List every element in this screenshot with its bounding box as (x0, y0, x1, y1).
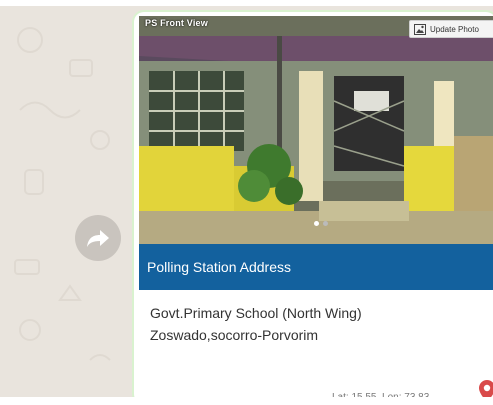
bottom-edge (0, 397, 493, 405)
carousel-dot[interactable] (323, 221, 328, 226)
address-line-2: Zoswado,socorro-Porvorim (150, 327, 319, 343)
image-icon (414, 23, 426, 35)
polling-station-photo[interactable]: PS Front View Update Photo (139, 16, 493, 244)
forward-arrow-icon (87, 230, 109, 247)
message-card: PS Front View Update Photo Polling Stati… (134, 12, 493, 404)
address-line-1: Govt.Primary School (North Wing) (150, 305, 362, 321)
building-photo (139, 16, 493, 244)
forward-button[interactable] (75, 215, 121, 261)
carousel-indicator (314, 221, 328, 226)
address-header: Polling Station Address (139, 244, 493, 290)
top-edge (0, 0, 493, 6)
address-header-label: Polling Station Address (147, 259, 291, 275)
carousel-dot-active[interactable] (314, 221, 319, 226)
photo-caption: PS Front View (145, 18, 208, 28)
update-photo-label: Update Photo (430, 24, 479, 34)
update-photo-button[interactable]: Update Photo (409, 20, 493, 38)
address-text: Govt.Primary School (North Wing) Zoswado… (150, 302, 490, 346)
wallpaper-doodles (14, 27, 111, 361)
